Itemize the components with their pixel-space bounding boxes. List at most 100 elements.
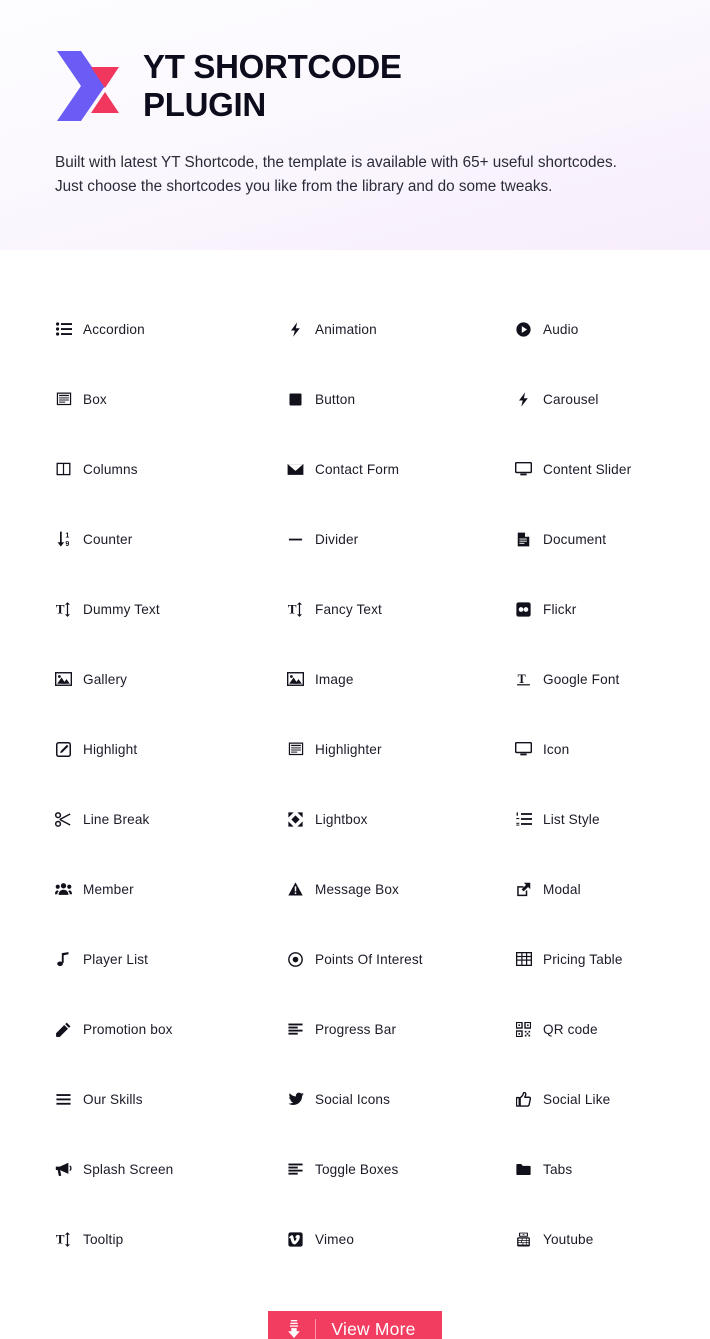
minus-icon <box>287 531 304 548</box>
shortcode-item[interactable]: Modal <box>503 854 655 924</box>
shortcode-item[interactable]: Contact Form <box>279 434 503 504</box>
file-lines-icon <box>515 531 532 548</box>
square-filled-icon <box>287 391 304 408</box>
view-more-label: View More <box>331 1318 416 1339</box>
shortcode-item[interactable]: Divider <box>279 504 503 574</box>
shortcode-label: Promotion box <box>83 1021 173 1037</box>
shortcode-label: Member <box>83 881 134 897</box>
scissors-icon <box>55 811 72 828</box>
exclamation-triangle-icon <box>287 881 304 898</box>
shortcode-label: Progress Bar <box>315 1021 397 1037</box>
shortcode-item[interactable]: Vimeo <box>279 1204 503 1274</box>
shortcode-label: Gallery <box>83 671 128 687</box>
shortcode-item[interactable]: Message Box <box>279 854 503 924</box>
shortcode-item[interactable]: T Fancy Text <box>279 574 503 644</box>
shortcode-label: Document <box>543 531 607 547</box>
shortcode-label: Box <box>83 391 107 407</box>
shortcode-label: Audio <box>543 321 579 337</box>
shortcode-label: Columns <box>83 461 138 477</box>
hero-header: YT SHORTCODE PLUGIN <box>55 48 655 125</box>
shortcode-item[interactable]: Line Break <box>55 784 279 854</box>
shortcode-label: Accordion <box>83 321 145 337</box>
shortcode-label: Social Like <box>543 1091 611 1107</box>
svg-text:T: T <box>518 672 526 686</box>
shortcode-item[interactable]: Pricing Table <box>503 924 655 994</box>
shortcode-item[interactable]: Progress Bar <box>279 994 503 1064</box>
folder-icon <box>515 1161 532 1178</box>
shortcode-item[interactable]: Tabs <box>503 1134 655 1204</box>
table-icon <box>515 951 532 968</box>
shortcode-item[interactable]: Highlight <box>55 714 279 784</box>
shortcode-item[interactable]: Animation <box>279 294 503 364</box>
text-height-icon: T <box>55 601 72 618</box>
shortcode-label: Flickr <box>543 601 577 617</box>
shortcode-item[interactable]: Content Slider <box>503 434 655 504</box>
desktop-icon <box>515 461 532 478</box>
svg-text:T: T <box>56 602 65 617</box>
hero-description: Built with latest YT Shortcode, the temp… <box>55 153 617 196</box>
landing-page: YT SHORTCODE PLUGIN Built with latest YT… <box>0 0 710 1339</box>
shortcode-item[interactable]: Splash Screen <box>55 1134 279 1204</box>
shortcode-item[interactable]: Lightbox <box>279 784 503 854</box>
align-left-bars-icon <box>287 1021 304 1038</box>
image-icon <box>287 671 304 688</box>
text-width-icon: T <box>515 671 532 688</box>
thumbs-up-icon <box>515 1091 532 1108</box>
shortcode-item[interactable]: Carousel <box>503 364 655 434</box>
shortcode-label: Line Break <box>83 811 150 827</box>
shortcode-label: Fancy Text <box>315 601 382 617</box>
shortcode-item[interactable]: 1 9 Counter <box>55 504 279 574</box>
shortcode-item[interactable]: Youtube <box>503 1204 655 1274</box>
shortcode-label: Button <box>315 391 356 407</box>
shortcode-item[interactable]: Icon <box>503 714 655 784</box>
pencil-icon <box>55 1021 72 1038</box>
shortcode-item[interactable]: Player List <box>55 924 279 994</box>
shortcode-item[interactable]: Points Of Interest <box>279 924 503 994</box>
shortcode-item[interactable]: Flickr <box>503 574 655 644</box>
list-ol-icon <box>515 811 532 828</box>
shortcode-item[interactable]: Our Skills <box>55 1064 279 1134</box>
shortcode-item[interactable]: Promotion box <box>55 994 279 1064</box>
shortcode-item[interactable]: QR code <box>503 994 655 1064</box>
shortcode-item[interactable]: Member <box>55 854 279 924</box>
shortcode-item[interactable]: Social Like <box>503 1064 655 1134</box>
shortcode-item[interactable]: T Tooltip <box>55 1204 279 1274</box>
button-divider <box>315 1318 317 1339</box>
shortcode-label: Modal <box>543 881 581 897</box>
shortcode-item[interactable]: Columns <box>55 434 279 504</box>
view-more-row: View More <box>55 1311 655 1339</box>
shortcode-label: Youtube <box>543 1231 594 1247</box>
shortcode-item[interactable]: Button <box>279 364 503 434</box>
shortcode-label: Image <box>315 671 354 687</box>
columns-icon <box>55 461 72 478</box>
shortcode-item[interactable]: Image <box>279 644 503 714</box>
shortcode-label: Counter <box>83 531 133 547</box>
svg-text:9: 9 <box>65 541 69 547</box>
desktop-icon <box>515 741 532 758</box>
shortcode-label: Lightbox <box>315 811 368 827</box>
shortcode-label: Splash Screen <box>83 1161 174 1177</box>
shortcode-item[interactable]: Gallery <box>55 644 279 714</box>
text-height-icon: T <box>55 1231 72 1248</box>
view-more-button[interactable]: View More <box>268 1311 442 1339</box>
shortcode-label: Player List <box>83 951 149 967</box>
shortcode-label: Contact Form <box>315 461 400 477</box>
music-note-icon <box>55 951 72 968</box>
shortcode-library-section: Accordion Animation Audio Box Button Carousel… <box>0 250 710 1339</box>
shortcode-item[interactable]: Document <box>503 504 655 574</box>
shortcode-item[interactable]: Highlighter <box>279 714 503 784</box>
shortcode-item[interactable]: T Dummy Text <box>55 574 279 644</box>
shortcode-label: Google Font <box>543 671 620 687</box>
shortcode-item[interactable]: Audio <box>503 294 655 364</box>
twitter-bird-icon <box>287 1091 304 1108</box>
shortcode-item[interactable]: Toggle Boxes <box>279 1134 503 1204</box>
shortcode-item[interactable]: List Style <box>503 784 655 854</box>
shortcode-item[interactable]: Box <box>55 364 279 434</box>
svg-text:1: 1 <box>65 533 69 540</box>
yt-shortcode-logo-icon <box>55 49 121 123</box>
shortcode-label: Dummy Text <box>83 601 160 617</box>
shortcode-item[interactable]: T Google Font <box>503 644 655 714</box>
users-icon <box>55 881 72 898</box>
shortcode-item[interactable]: Accordion <box>55 294 279 364</box>
shortcode-item[interactable]: Social Icons <box>279 1064 503 1134</box>
